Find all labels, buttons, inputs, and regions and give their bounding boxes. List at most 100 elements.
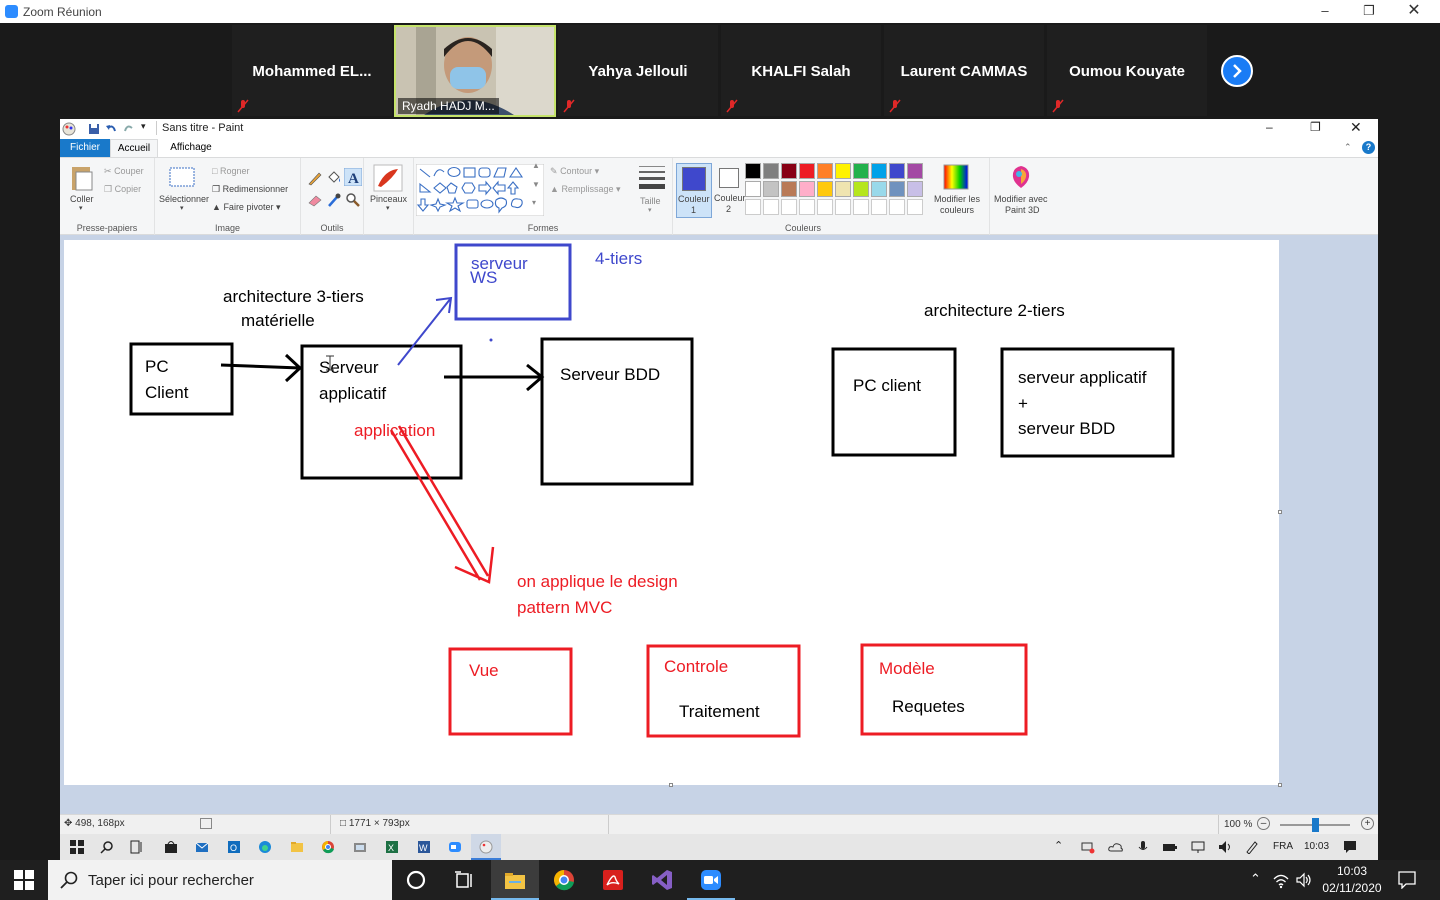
shapes-gallery[interactable] [416,164,544,216]
taskbar-visual-studio[interactable] [638,860,686,900]
outlook-icon[interactable]: O [227,840,241,854]
palette-empty-swatch[interactable] [853,199,869,215]
close-button[interactable]: ✕ [1391,0,1437,23]
store-icon[interactable] [164,840,178,854]
edge-icon[interactable] [258,840,272,854]
palette-empty-swatch[interactable] [835,199,851,215]
ribbon-collapse-icon[interactable]: ⌃ [1344,142,1352,153]
drawing-canvas[interactable]: architecture 3-tiers matérielle PC Clien… [64,240,1282,787]
shapes-scroll-up[interactable]: ▲ [532,161,540,170]
taskbar-file-explorer[interactable] [491,860,539,900]
undo-icon[interactable] [105,123,117,135]
notification-icon[interactable] [1343,840,1357,854]
task-view-button[interactable] [440,860,488,900]
app-icon[interactable] [353,840,367,854]
volume-icon[interactable] [1218,840,1232,854]
network-error-icon[interactable] [1081,840,1095,854]
palette-color-swatch[interactable] [853,181,869,197]
palette-empty-swatch[interactable] [799,199,815,215]
palette-color-swatch[interactable] [817,163,833,179]
paint-restore-button[interactable]: ❐ [1310,120,1321,134]
palette-color-swatch[interactable] [853,163,869,179]
next-page-button[interactable] [1221,55,1253,87]
onedrive-icon[interactable] [1108,840,1124,854]
zoom-in-button[interactable]: + [1361,817,1374,830]
taskbar-acrobat[interactable] [589,860,637,900]
size-dropdown[interactable]: ▾ [648,206,652,214]
help-icon[interactable]: ? [1362,141,1375,154]
taskbar-clock-date[interactable]: 02/11/2020 [1322,881,1382,895]
task-view-icon[interactable] [130,840,144,854]
palette-color-swatch[interactable] [781,181,797,197]
fill-button[interactable]: ▲ Remplissage ▾ [550,184,621,195]
mail-icon[interactable] [195,840,209,854]
tray-overflow-icon[interactable]: ⌃ [1250,871,1261,887]
palette-color-swatch[interactable] [817,181,833,197]
search-icon[interactable] [100,840,114,854]
size-icon[interactable] [637,164,667,192]
taskbar-chrome[interactable] [540,860,588,900]
participant-tile[interactable]: Yahya Jellouli [558,25,718,116]
select-button[interactable]: Sélectionner [159,194,209,204]
color1-button[interactable]: Couleur 1 [676,163,712,218]
start-button[interactable] [0,860,48,900]
chrome-icon[interactable] [321,840,335,854]
palette-color-swatch[interactable] [835,181,851,197]
palette-color-swatch[interactable] [781,163,797,179]
redo-icon[interactable] [123,123,135,135]
palette-empty-swatch[interactable] [745,199,761,215]
palette-color-swatch[interactable] [799,181,815,197]
video-participant-tile[interactable]: Ryadh HADJ M... [394,25,556,117]
palette-color-swatch[interactable] [799,163,815,179]
pencil-icon[interactable] [307,170,323,186]
select-icon[interactable] [169,167,195,187]
brushes-dropdown[interactable]: ▾ [386,204,390,212]
taskbar-search-box[interactable]: Taper ici pour rechercher [48,860,392,900]
resize-handle-bottom[interactable] [669,783,673,787]
palette-empty-swatch[interactable] [817,199,833,215]
palette-color-swatch[interactable] [745,163,761,179]
copy-button[interactable]: ❐ Copier [104,184,141,195]
palette-color-swatch[interactable] [871,163,887,179]
cut-button[interactable]: ✂ Couper [104,166,144,177]
palette-color-swatch[interactable] [763,181,779,197]
excel-icon[interactable]: X [385,840,399,854]
palette-color-swatch[interactable] [907,181,923,197]
palette-color-swatch[interactable] [871,181,887,197]
tray-time[interactable]: 10:03 [1304,841,1329,852]
speaker-icon[interactable] [1296,872,1312,888]
palette-color-swatch[interactable] [763,163,779,179]
tab-view[interactable]: Affichage [164,139,218,157]
eraser-icon[interactable] [307,192,323,208]
taskbar-zoom[interactable] [687,860,735,900]
zoom-slider[interactable] [1280,818,1350,832]
palette-color-swatch[interactable] [835,163,851,179]
paste-dropdown[interactable]: ▾ [79,204,83,212]
zoom-slider-thumb[interactable] [1312,818,1319,832]
shapes-expand[interactable]: ▾ [532,198,536,207]
select-dropdown[interactable]: ▾ [180,204,184,212]
restore-button[interactable]: ❐ [1346,0,1392,23]
paste-button[interactable]: Coller [70,194,94,204]
participant-tile[interactable]: Oumou Kouyate [1047,25,1207,116]
brush-icon[interactable] [373,164,403,192]
edit-colors-label-a[interactable]: Modifier les [934,194,980,204]
zoom-icon[interactable] [448,840,462,854]
paint-close-button[interactable]: ✕ [1350,119,1362,136]
palette-color-swatch[interactable] [907,163,923,179]
resize-button[interactable]: ❐ Redimensionner [212,184,288,195]
resize-handle-corner[interactable] [1278,783,1282,787]
tray-language[interactable]: FRA [1273,841,1293,852]
file-explorer-icon[interactable] [290,840,304,854]
battery-icon[interactable] [1162,840,1178,854]
edit-colors-label-b[interactable]: couleurs [940,205,974,215]
tab-file[interactable]: Fichier [60,139,110,157]
text-icon[interactable]: A [344,168,362,186]
paint3d-label-b[interactable]: Paint 3D [1005,205,1040,215]
rotate-button[interactable]: ▲ Faire pivoter ▾ [212,202,281,213]
windows-start-icon[interactable] [70,840,84,854]
paste-icon[interactable] [70,164,94,192]
color-picker-icon[interactable] [326,192,342,208]
participant-tile[interactable]: KHALFI Salah [721,25,881,116]
palette-empty-swatch[interactable] [781,199,797,215]
